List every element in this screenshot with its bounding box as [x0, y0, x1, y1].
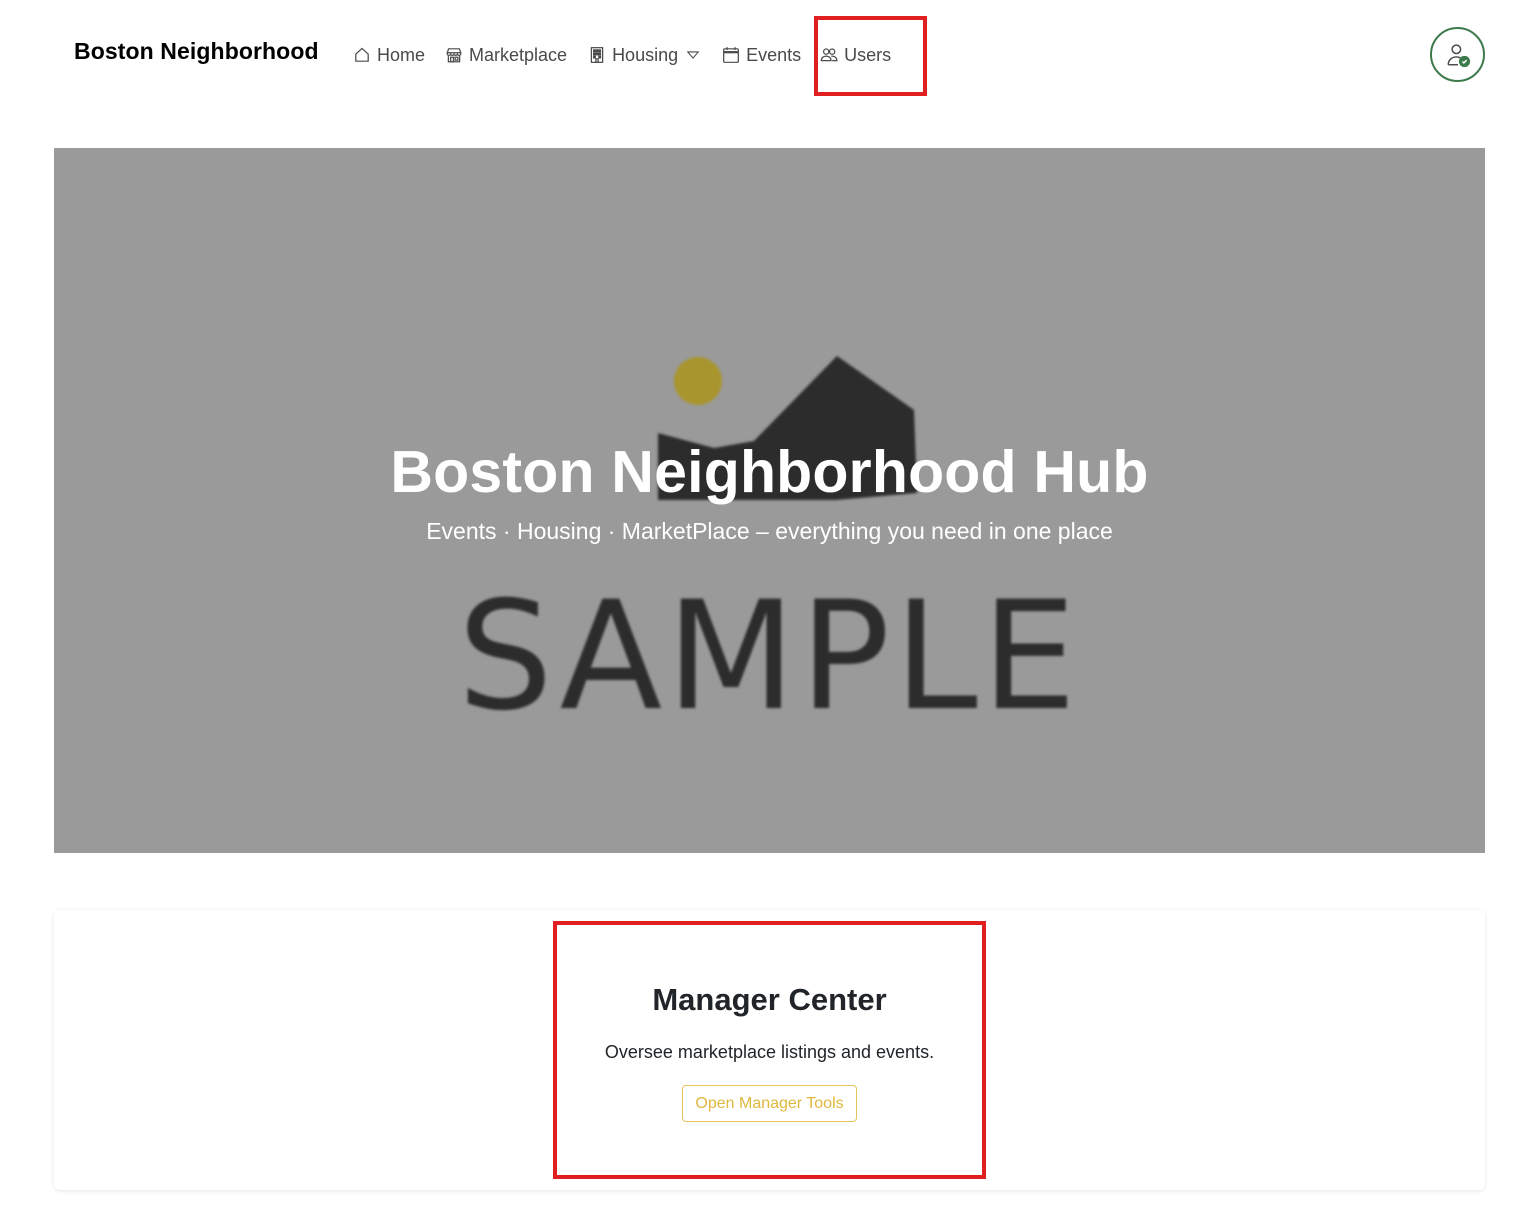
hero-banner: SAMPLE Boston Neighborhood Hub Events · …	[54, 148, 1485, 853]
chevron-down-icon	[686, 48, 700, 62]
people-icon	[819, 45, 839, 65]
shop-icon	[444, 45, 464, 65]
nav-menu: Home Marketplace Housing Events Users	[352, 40, 891, 70]
nav-item-home-label: Home	[377, 44, 426, 65]
manager-center-title: Manager Center	[652, 982, 887, 1017]
building-icon	[587, 45, 607, 65]
manager-center-description: Oversee marketplace listings and events.	[604, 1042, 935, 1062]
nav-item-events-label: Events	[746, 44, 802, 65]
manager-center-card: Manager Center Oversee marketplace listi…	[54, 910, 1485, 1190]
nav-item-housing-label: Housing	[612, 44, 679, 65]
brand-logo[interactable]: Boston Neighborhood	[74, 38, 319, 65]
calendar-icon	[721, 45, 741, 65]
hero-title: Boston Neighborhood Hub	[390, 439, 1149, 505]
nav-item-marketplace-label: Marketplace	[469, 44, 568, 65]
user-check-icon	[1447, 43, 1470, 67]
sample-watermark-text: SAMPLE	[458, 570, 1081, 744]
nav-item-users[interactable]: Users	[819, 45, 891, 66]
nav-item-housing[interactable]: Housing	[587, 45, 700, 66]
open-manager-tools-button[interactable]: Open Manager Tools	[682, 1085, 857, 1122]
user-avatar-button[interactable]	[1430, 27, 1485, 82]
home-icon	[352, 45, 372, 65]
hero-subtitle: Events · Housing · MarketPlace – everyth…	[426, 518, 1113, 544]
navbar: Boston Neighborhood Home Marketplace Hou…	[0, 0, 1516, 110]
nav-item-events[interactable]: Events	[721, 45, 801, 66]
nav-item-home[interactable]: Home	[352, 45, 425, 66]
nav-item-users-label: Users	[844, 44, 892, 65]
nav-item-marketplace[interactable]: Marketplace	[444, 45, 567, 66]
